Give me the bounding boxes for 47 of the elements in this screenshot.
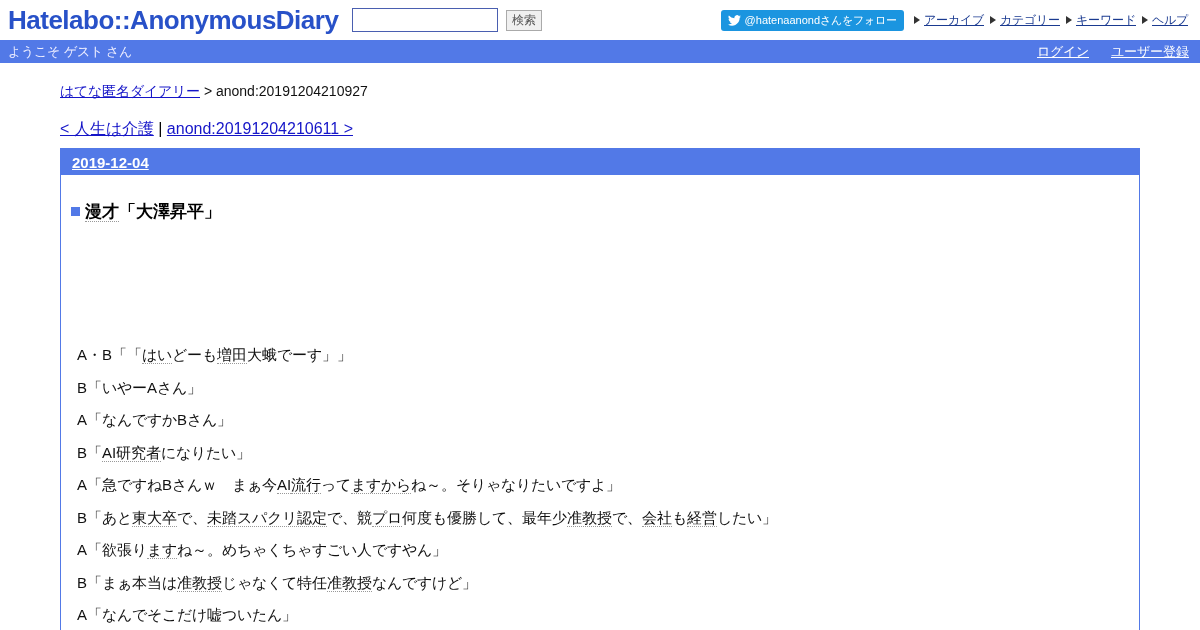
arrow-icon [1142,16,1148,24]
keyword-link[interactable]: AI [277,476,292,494]
site-logo[interactable]: Hatelabo::AnonymousDiary [8,4,339,36]
keyword-link[interactable]: 経営 [687,508,717,527]
dialogue-line: A「なんでそこだけ嘘ついたん」 [77,606,298,624]
search-field[interactable] [352,8,499,32]
keyword-link[interactable]: 東大卒 [132,508,177,527]
dialogue-line: B「あと東大卒で、未踏スパクリ認定で、競プロ何度も優勝して、最年少准教授で、会社も経営 したい」 [77,508,778,526]
nav-link[interactable]: アーカイブ [924,11,984,29]
breadcrumb-link[interactable]: はてな匿名ダイアリー [60,83,200,99]
keyword-link[interactable]: 会社 [642,508,672,527]
bird-icon [727,14,741,26]
arrow-icon [914,16,920,24]
nav-link[interactable]: カテゴリー [1000,11,1060,29]
keyword-link[interactable]: 准教授 [327,573,372,592]
keyword-link[interactable]: はい [142,346,172,364]
entry-title: 漫才「大澤昇平」 [85,201,221,223]
keyword-link[interactable]: 准教授 [567,508,612,527]
arrow-icon [990,16,996,24]
welcome-text: ようこそ ゲスト さん [8,42,133,61]
keyword-link[interactable]: 増田 [217,346,247,364]
next-link[interactable]: anond:20191204210611 > [166,120,353,137]
keyword-link[interactable]: ますから [351,476,412,494]
keyword-link[interactable]: 漫才 [85,202,119,222]
breadcrumb-current: > anond:20191204210927 [203,83,368,99]
arrow-icon [1066,16,1072,24]
dialogue-line: B「まぁ本当は准教授 じゃなくて特任准教授なんですけど」 [77,573,478,591]
keyword-link[interactable]: プロ [372,508,402,527]
dialogue-line: A「なんですかBさん」 [77,411,233,429]
search-button[interactable]: 検索 [506,9,543,31]
keyword-link[interactable]: 流行 [291,476,322,494]
dialogue-line: A「欲張り ますね～。めちゃくちゃすごい人ですやん」 [77,541,448,559]
dialogue-line: A・B「「はいどーも増田大蛾でーす」」 [77,346,353,364]
previous-link[interactable]: < 人生は介護 [60,120,154,137]
dialogue-line: B「いやーAさん」 [77,378,203,396]
dialogue-line: B「AI研究者になりたい」 [77,443,253,461]
keyword-link[interactable]: ます [147,541,177,559]
keyword-link[interactable]: 未踏スパクリ認定 [207,508,327,527]
pager-separator: | [158,120,163,137]
date-link[interactable]: 2019-12-04 [72,153,149,171]
nav-link[interactable]: ヘルプ [1152,11,1188,29]
nav-link[interactable]: キーワード [1076,11,1136,29]
keyword-link[interactable]: AI研究者 [102,443,162,462]
dialogue-line: A「急ですねBさんｗ まぁ今AI流行って ますからね～。そりゃなりたいですよ」 [77,476,623,494]
account-link[interactable]: ユーザー登録 [1111,42,1189,61]
keyword-link[interactable]: 准教授 [177,573,222,592]
account-link[interactable]: ログイン [1037,42,1089,61]
